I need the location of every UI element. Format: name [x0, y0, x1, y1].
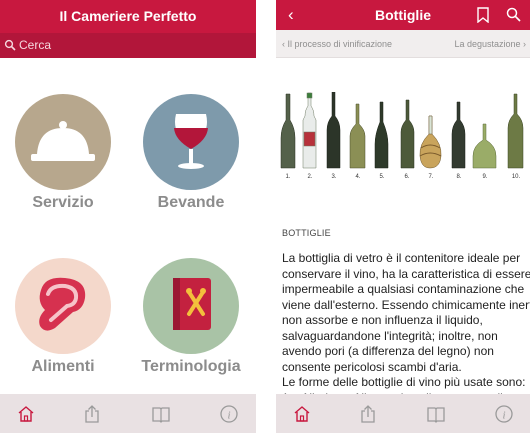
bottle-8 — [451, 101, 466, 169]
category-alimenti[interactable]: Alimenti — [8, 258, 118, 376]
bookmark-icon[interactable] — [477, 7, 489, 23]
search-bar[interactable]: Cerca — [0, 33, 256, 58]
bottle-4 — [349, 103, 366, 169]
paragraph-line: salvaguardandone l'integrità; inoltre, n… — [282, 328, 498, 343]
app-title: Il Cameriere Perfetto — [59, 8, 197, 24]
tab-bar: i — [276, 394, 530, 433]
book-icon[interactable] — [426, 404, 446, 424]
category-label: Terminologia — [141, 358, 241, 375]
search-input[interactable]: Cerca — [19, 38, 51, 52]
bottle-number-labels: 1. 2. 3. 4. 5. 6. 7. 8. 9. 10. — [285, 174, 520, 180]
next-chapter-link[interactable]: La degustazione › — [454, 39, 526, 49]
paragraph-line: viene dall'esterno. Essendo chimicamente… — [282, 297, 530, 312]
paragraph-line: consente pericolosi scambi d'aria. — [282, 359, 462, 374]
bottle-number: 4. — [355, 174, 360, 180]
cloche-icon — [15, 94, 111, 190]
bottle-5 — [374, 101, 389, 169]
wine-glass-icon — [143, 94, 239, 190]
bottle-number: 10. — [512, 174, 521, 180]
bottle-number: 6. — [404, 174, 409, 180]
share-icon[interactable] — [82, 404, 102, 424]
bottle-number: 3. — [331, 174, 336, 180]
section-heading: BOTTIGLIE — [282, 228, 331, 238]
article-header: ‹ Bottiglie — [276, 0, 530, 30]
paragraph-line: Le forme delle bottiglie di vino più usa… — [282, 375, 526, 389]
paragraph-line: avendo pori (a differenza del legno) non — [282, 344, 494, 358]
bottle-1 — [280, 93, 296, 169]
home-icon[interactable] — [16, 404, 36, 424]
bottle-shapes-illustration: 1. 2. 3. 4. 5. 6. 7. 8. 9. 10. — [280, 92, 524, 180]
info-icon[interactable]: i — [219, 404, 239, 424]
category-terminologia[interactable]: Terminologia — [136, 258, 246, 376]
svg-text:i: i — [227, 410, 230, 422]
bottle-2 — [302, 92, 317, 169]
menu-book-icon — [143, 258, 239, 354]
previous-chapter-label: Il processo di vinificazione — [287, 39, 393, 49]
bottle-number: 7. — [428, 174, 433, 180]
bottle-number: 9. — [482, 174, 487, 180]
bottle-number: 1. — [285, 174, 290, 180]
paragraph-line: non assorbe e non influenza il liquido, — [282, 313, 483, 327]
bottle-number: 8. — [456, 174, 461, 180]
bottle-number: 2. — [307, 174, 312, 180]
paragraph-line: impermeabile a qualsiasi contaminazione … — [282, 282, 525, 296]
bottle-6 — [400, 99, 415, 169]
info-icon[interactable]: i — [494, 404, 514, 424]
next-chapter-label: La degustazione — [454, 39, 521, 49]
share-icon[interactable] — [358, 404, 378, 424]
search-icon — [4, 39, 16, 51]
steak-icon — [15, 258, 111, 354]
tab-bar: i — [0, 394, 256, 433]
search-icon[interactable] — [506, 7, 521, 22]
chapter-navigation: ‹ Il processo di vinificazione La degust… — [276, 30, 530, 58]
book-icon[interactable] — [151, 404, 171, 424]
category-label: Servizio — [32, 194, 94, 211]
paragraph-line: conservare il vino, ha la caratteristica… — [282, 266, 530, 281]
category-label: Bevande — [157, 194, 225, 211]
bottle-9 — [472, 123, 497, 169]
bottle-7-fiasco — [419, 115, 442, 169]
category-label: Alimenti — [31, 358, 95, 375]
previous-chapter-link[interactable]: ‹ Il processo di vinificazione — [282, 39, 392, 49]
bottle-10 — [507, 93, 524, 169]
page-title: Bottiglie — [375, 7, 431, 23]
category-bevande[interactable]: Bevande — [136, 94, 246, 212]
paragraph-line: La bottiglia di vetro è il contenitore i… — [282, 251, 521, 265]
app-header: Il Cameriere Perfetto — [0, 0, 256, 33]
category-servizio[interactable]: Servizio — [8, 94, 118, 212]
bottle-3 — [326, 92, 341, 169]
bottles-article-screen: ‹ Bottiglie ‹ Il processo di vinificazio… — [276, 0, 530, 433]
bottle-number: 5. — [379, 174, 384, 180]
svg-text:i: i — [502, 410, 505, 422]
home-icon[interactable] — [292, 404, 312, 424]
main-menu-screen: Il Cameriere Perfetto Cerca Servizio Bev… — [0, 0, 256, 433]
article-body: La bottiglia di vetro è il contenitore i… — [282, 251, 530, 406]
